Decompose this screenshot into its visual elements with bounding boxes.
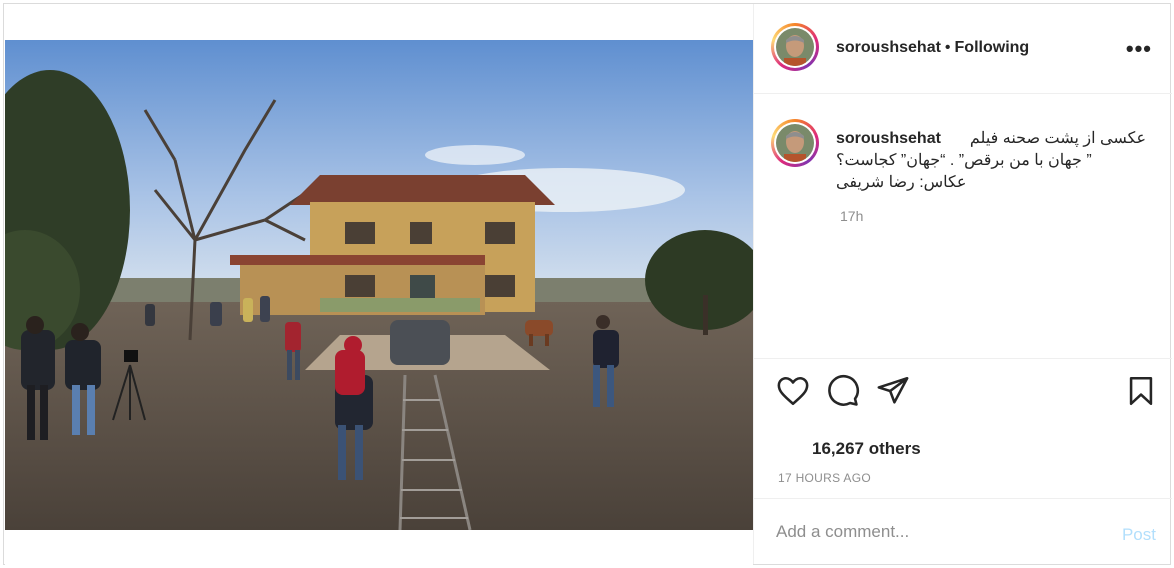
separator-dot: • [944, 39, 951, 56]
comment-icon[interactable] [826, 374, 860, 408]
bookmark-icon[interactable] [1124, 374, 1158, 408]
share-icon[interactable] [876, 374, 910, 408]
caption-first-line: soroushsehat عکسی از پشت صحنه فیلم [836, 128, 1146, 150]
caption-time[interactable]: 17h [840, 208, 863, 224]
comment-bar: Post [754, 498, 1172, 564]
post-modal: soroushsehat • Following ••• soroushseha… [3, 3, 1172, 565]
header-user-line: soroushsehat • Following [836, 38, 1029, 58]
avatar[interactable] [771, 23, 819, 71]
profile-photo-icon [776, 28, 814, 66]
post-sidebar: soroushsehat • Following ••• soroushseha… [753, 4, 1172, 564]
caption-text: soroushsehat عکسی از پشت صحنه فیلم ” جها… [836, 128, 1146, 194]
post-photo[interactable] [5, 40, 753, 530]
posted-time[interactable]: 17 HOURS AGO [778, 471, 871, 485]
caption-line-2: ” جهان با من برقص” . “جهان” کجاست؟ [836, 152, 1092, 169]
following-button[interactable]: Following [955, 39, 1030, 56]
post-header: soroushsehat • Following ••• [754, 4, 1172, 94]
profile-photo-icon [776, 124, 814, 162]
likes-count[interactable]: 16,267 others [812, 439, 921, 459]
caption-line-1: عکسی از پشت صحنه فیلم [969, 130, 1146, 147]
likes-count-text: 16,267 others [812, 439, 921, 458]
post-comment-button[interactable]: Post [1122, 525, 1156, 545]
caption-avatar[interactable] [771, 119, 819, 167]
comment-input[interactable] [776, 517, 1096, 547]
action-bar [754, 360, 1172, 424]
post-caption: soroushsehat عکسی از پشت صحنه فیلم ” جها… [754, 94, 1172, 359]
caption-line-3: عکاس: رضا شریفی [836, 174, 967, 191]
more-options-icon[interactable]: ••• [1126, 36, 1152, 62]
username-link[interactable]: soroushsehat [836, 39, 941, 56]
post-media [5, 5, 753, 565]
caption-username-link[interactable]: soroushsehat [836, 128, 941, 150]
heart-icon[interactable] [776, 374, 810, 408]
